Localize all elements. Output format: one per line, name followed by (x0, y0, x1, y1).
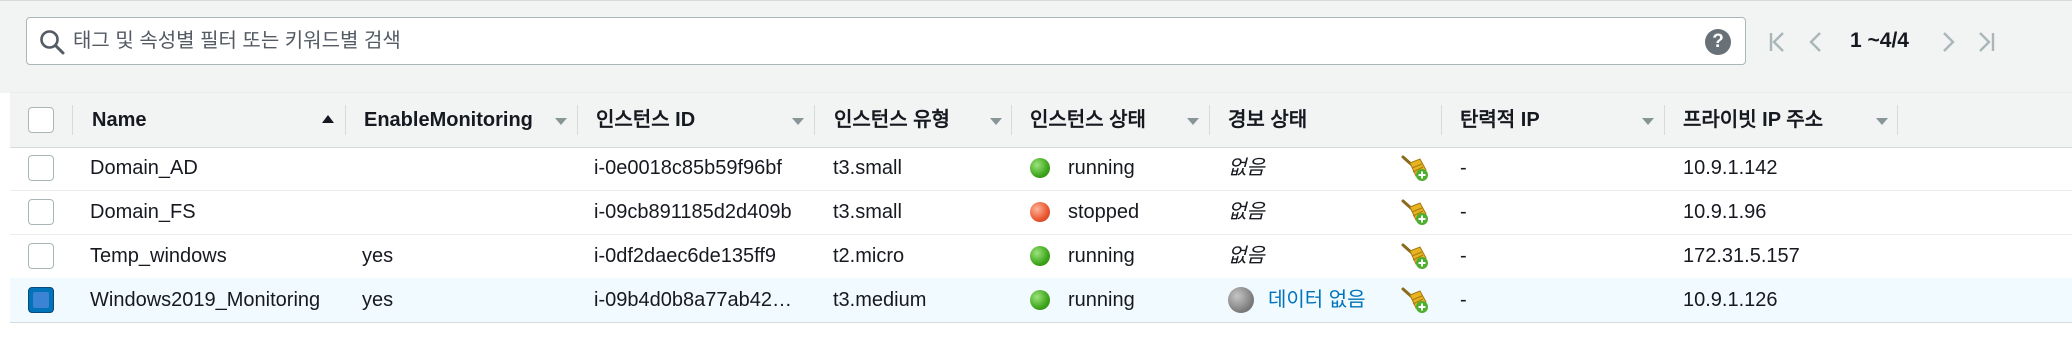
alarm-state-link[interactable]: 데이터 없음 (1268, 278, 1366, 322)
instance-name: Windows2019_Monitoring (90, 289, 321, 311)
elastic-ip: - (1460, 289, 1467, 311)
next-page-icon[interactable] (1940, 31, 1956, 53)
instance-id: i-0e0018c85b59f96bf (594, 157, 782, 179)
instance-state: stopped (1068, 201, 1140, 223)
instance-name: Domain_FS (90, 201, 196, 223)
first-page-icon[interactable] (1768, 31, 1788, 53)
instance-type: t3.small (833, 157, 902, 179)
column-divider (577, 105, 578, 135)
instance-type: t2.micro (833, 245, 905, 267)
status-running-icon (1030, 290, 1050, 310)
column-header-instance-type[interactable]: 인스턴스 유형 (834, 93, 950, 147)
table-row[interactable]: Temp_windows yes i-0df2daec6de135ff9 t2.… (10, 234, 2072, 279)
instance-state: running (1068, 245, 1135, 267)
sort-caret-icon[interactable] (990, 118, 1002, 125)
add-alarm-icon[interactable] (1400, 198, 1430, 226)
sort-caret-icon[interactable] (792, 118, 804, 125)
table-row[interactable]: Domain_FS i-09cb891185d2d409b t3.small s… (10, 190, 2072, 235)
row-checkbox-checked[interactable] (28, 287, 54, 313)
instance-name: Temp_windows (90, 245, 227, 267)
pagination-label: 1 ~4/4 (1850, 29, 1909, 52)
search-box[interactable]: 태그 및 속성별 필터 또는 키워드별 검색 ? (26, 17, 1746, 65)
alarm-state: 없음 (1228, 245, 1265, 267)
table-row-selected[interactable]: Windows2019_Monitoring yes i-09b4d0b8a77… (10, 278, 2072, 323)
alarm-no-data-icon (1228, 287, 1254, 313)
column-divider (814, 105, 815, 135)
instance-id: i-0df2daec6de135ff9 (594, 245, 777, 267)
column-divider (1664, 105, 1665, 135)
row-checkbox[interactable] (28, 243, 54, 269)
instance-id: i-09cb891185d2d409b (594, 201, 792, 223)
status-running-icon (1030, 246, 1050, 266)
row-checkbox[interactable] (28, 155, 54, 181)
alarm-state: 없음 (1228, 157, 1265, 179)
enable-monitoring-value: yes (362, 245, 394, 267)
elastic-ip: - (1460, 245, 1467, 267)
elastic-ip: - (1460, 201, 1467, 223)
private-ip: 10.9.1.142 (1683, 157, 1778, 179)
prev-page-icon[interactable] (1808, 31, 1824, 53)
select-all-checkbox[interactable] (28, 107, 54, 133)
column-divider (72, 105, 73, 135)
add-alarm-icon[interactable] (1400, 242, 1430, 270)
column-divider (1209, 105, 1210, 135)
column-header-instance-state[interactable]: 인스턴스 상태 (1030, 93, 1146, 147)
add-alarm-icon[interactable] (1400, 286, 1430, 314)
private-ip: 10.9.1.96 (1683, 201, 1767, 223)
sort-caret-icon[interactable] (555, 118, 567, 125)
instance-type: t3.medium (833, 289, 927, 311)
enable-monitoring-value: yes (362, 289, 394, 311)
search-input[interactable]: 태그 및 속성별 필터 또는 키워드별 검색 (73, 18, 401, 64)
sort-caret-icon[interactable] (1187, 118, 1199, 125)
column-divider (1441, 105, 1442, 135)
column-header-alarm-state[interactable]: 경보 상태 (1228, 93, 1307, 147)
elastic-ip: - (1460, 157, 1467, 179)
sort-ascending-icon[interactable] (322, 115, 334, 123)
column-header-private-ip[interactable]: 프라이빗 IP 주소 (1683, 93, 1823, 147)
sort-caret-icon[interactable] (1642, 118, 1654, 125)
table-row[interactable]: Domain_AD i-0e0018c85b59f96bf t3.small r… (10, 146, 2072, 191)
search-icon (40, 30, 65, 55)
instance-state: running (1068, 157, 1135, 179)
column-divider (1011, 105, 1012, 135)
instance-name: Domain_AD (90, 157, 198, 179)
sort-caret-icon[interactable] (1876, 118, 1888, 125)
alarm-state: 없음 (1228, 201, 1265, 223)
column-divider (345, 105, 346, 135)
status-stopped-icon (1030, 202, 1050, 222)
row-checkbox[interactable] (28, 199, 54, 225)
column-divider (1897, 105, 1898, 135)
column-header-enable-monitoring[interactable]: EnableMonitoring (364, 93, 533, 147)
help-icon[interactable]: ? (1705, 29, 1731, 55)
status-running-icon (1030, 158, 1050, 178)
filter-bar: 태그 및 속성별 필터 또는 키워드별 검색 ? 1 ~4/4 (0, 0, 2072, 93)
table-header: Name EnableMonitoring 인스턴스 ID 인스턴스 유형 인스… (10, 92, 2072, 148)
instance-id: i-09b4d0b8a77ab42… (594, 289, 792, 311)
add-alarm-icon[interactable] (1400, 154, 1430, 182)
column-header-instance-id[interactable]: 인스턴스 ID (596, 93, 695, 147)
instance-type: t3.small (833, 201, 902, 223)
last-page-icon[interactable] (1976, 31, 1996, 53)
instance-state: running (1068, 289, 1135, 311)
column-header-elastic-ip[interactable]: 탄력적 IP (1460, 93, 1540, 147)
private-ip: 10.9.1.126 (1683, 289, 1778, 311)
private-ip: 172.31.5.157 (1683, 245, 1800, 267)
column-header-name[interactable]: Name (92, 93, 146, 147)
